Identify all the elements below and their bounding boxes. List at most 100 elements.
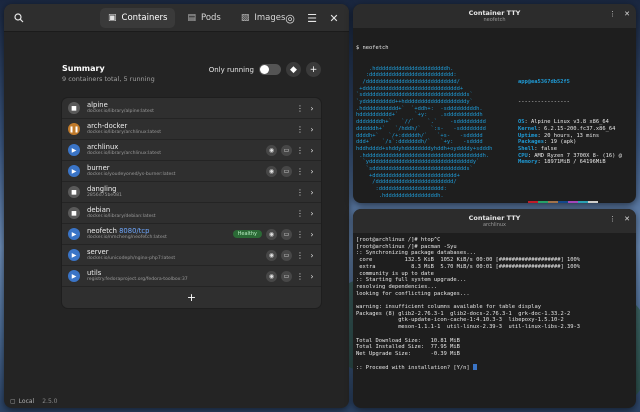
palette-swatch — [548, 200, 558, 203]
container-row-dangling[interactable]: ■ dangling 2856d75be081 ⋮ › — [62, 182, 321, 203]
container-row-arch-docker[interactable]: ❚❚ arch-docker docker.io/library/archlin… — [62, 119, 321, 140]
terminal-button[interactable]: ▭ — [281, 144, 292, 156]
distro-logo: .hddddddddddddddddddddddh. :dddddddddddd… — [356, 66, 516, 203]
image-icon: ▧ — [240, 13, 250, 23]
info-key: Packages — [518, 139, 544, 146]
logo-line: .hddddddddddddddddddddddddddddddddddddh. — [356, 152, 490, 159]
more-options-icon[interactable]: ⋮ — [296, 125, 304, 134]
close-icon[interactable]: ✕ — [624, 215, 630, 223]
logo-line: hddhdddd+shddyhddddddddyhddh+oyddddy+sdd… — [356, 145, 493, 152]
prune-button[interactable]: ◆ — [286, 62, 301, 77]
chevron-right-icon[interactable]: › — [308, 125, 316, 134]
summary-header: Summary 9 containers total, 5 running On… — [62, 62, 321, 90]
container-name: debian — [87, 206, 111, 214]
more-options-icon[interactable]: ⋮ — [296, 104, 304, 113]
terminal-button[interactable]: ▭ — [281, 249, 292, 261]
output-line: [root@archlinux /]# htop^C — [356, 237, 441, 243]
running-status-icon: ▶ — [68, 144, 80, 156]
terminal-output[interactable]: $ neofetch .hddddddddddddddddddddddh. :d… — [353, 28, 636, 203]
logo-line: +dddddddddddddddddddddddddd+ — [356, 172, 460, 179]
info-line: Uptime: 20 hours, 13 mins — [518, 132, 600, 139]
menu-icon[interactable]: ⋮ — [609, 10, 616, 18]
stats-button[interactable]: ◉ — [266, 228, 277, 240]
search-button[interactable] — [10, 9, 28, 27]
plus-icon: + — [309, 64, 318, 75]
stats-button[interactable]: ◉ — [266, 249, 277, 261]
chevron-right-icon[interactable]: › — [308, 146, 316, 155]
chevron-right-icon[interactable]: › — [308, 272, 316, 281]
close-button[interactable]: ✕ — [325, 9, 343, 27]
summary-title: Summary — [62, 64, 105, 73]
container-row-burner[interactable]: ▶ burner docker.io/youdeyoned/ys-burner:… — [62, 161, 321, 182]
container-row-neofetch[interactable]: ▶ neofetch 8080/tcp docker.io/nmcheng/ne… — [62, 224, 321, 245]
terminal-button[interactable]: ▭ — [281, 270, 292, 282]
more-options-icon[interactable]: ⋮ — [296, 251, 304, 260]
container-image: docker.io/unicodeph/nginx-php7:latest — [87, 256, 176, 261]
info-line: Kernel: 6.2.15-200.fc37.x86_64 — [518, 125, 616, 132]
output-line: Net Upgrade Size: -0.39 MiB — [356, 350, 460, 357]
logo-line: .hddddddddddd+` `+ddh+: -sdddddddddh. — [356, 105, 483, 112]
chevron-right-icon[interactable]: › — [308, 209, 316, 218]
container-name: archlinux — [87, 143, 119, 151]
logo-line: +dddddddddddddddddddddddddddddd+ — [356, 85, 464, 92]
chevron-right-icon[interactable]: › — [308, 104, 316, 113]
terminal-output[interactable]: [root@archlinux /]# htop^C [root@archlinu… — [353, 233, 636, 376]
logo-line: `yddddddddddddddddddddddddddddddddy` — [356, 159, 480, 166]
info-key: Memory — [518, 159, 538, 166]
port-link[interactable]: 8080/tcp — [119, 227, 149, 235]
color-palette — [518, 200, 622, 203]
create-container-button[interactable]: + — [306, 62, 321, 77]
close-icon[interactable]: ✕ — [624, 10, 630, 18]
chevron-right-icon[interactable]: › — [308, 188, 316, 197]
more-options-icon[interactable]: ⋮ — [296, 167, 304, 176]
stats-button[interactable]: ◉ — [266, 165, 277, 177]
terminal-button[interactable]: ▭ — [281, 228, 292, 240]
container-image: docker.io/library/archlinux:latest — [87, 130, 162, 135]
status-button[interactable]: ◎ — [281, 9, 299, 27]
only-running-switch[interactable] — [259, 64, 281, 75]
menu-icon[interactable]: ⋮ — [609, 215, 616, 223]
palette-swatch — [568, 200, 578, 203]
gauge-icon: ◉ — [268, 146, 275, 154]
more-options-icon[interactable]: ⋮ — [296, 209, 304, 218]
logo-line: /dddddddddddddddddddddddddddd/ — [356, 78, 460, 85]
chevron-right-icon[interactable]: › — [308, 167, 316, 176]
chevron-right-icon[interactable]: › — [308, 230, 316, 239]
terminal-button[interactable]: ▭ — [281, 165, 292, 177]
info-key: Uptime — [518, 132, 538, 139]
terminal-icon: ▭ — [283, 230, 290, 238]
tab-containers[interactable]: ▣ Containers — [100, 8, 176, 28]
more-options-icon[interactable]: ⋮ — [296, 146, 304, 155]
health-badge: Healthy — [232, 230, 262, 238]
stats-button[interactable]: ◉ — [266, 270, 277, 282]
container-row-utils[interactable]: ▶ utils registry.fedoraproject.org/fedor… — [62, 266, 321, 287]
logo-line: :dddddddddddddddddddd: — [356, 186, 447, 193]
more-options-icon[interactable]: ⋮ — [296, 230, 304, 239]
stats-button[interactable]: ◉ — [266, 144, 277, 156]
terminal-header: Container TTY archlinux ⋮ ✕ — [353, 209, 636, 233]
tab-pods[interactable]: ▤ Pods — [179, 8, 228, 28]
user-host: app@ea5367db52f5 — [518, 78, 570, 85]
running-status-icon: ▶ — [68, 249, 80, 261]
logo-line: .hddddddddddddddddh. — [356, 192, 444, 199]
chevron-right-icon[interactable]: › — [308, 251, 316, 260]
menu-button[interactable]: ☰ — [303, 9, 321, 27]
container-row-debian[interactable]: ■ debian docker.io/library/debian:latest… — [62, 203, 321, 224]
more-options-icon[interactable]: ⋮ — [296, 272, 304, 281]
eraser-icon: ◆ — [290, 64, 297, 75]
container-row-server[interactable]: ▶ server docker.io/unicodeph/nginx-php7:… — [62, 245, 321, 266]
add-container-button[interactable]: + — [62, 287, 321, 308]
more-options-icon[interactable]: ⋮ — [296, 188, 304, 197]
palette-swatch — [578, 200, 588, 203]
container-row-archlinux[interactable]: ▶ archlinux docker.io/library/archlinux:… — [62, 140, 321, 161]
info-value: 19 (apk) — [550, 139, 577, 146]
container-row-alpine[interactable]: ■ alpine docker.io/library/alpine:latest… — [62, 98, 321, 119]
connection-label[interactable]: Local — [19, 398, 35, 405]
output-line: meson-1.1.1-1 util-linux-2.39-3 util-lin… — [356, 324, 580, 331]
logo-line: ddddddh+` `/hddh/` `:s- -sdddddddd — [356, 125, 486, 132]
plus-icon: + — [186, 291, 197, 304]
terminal-subtitle: archlinux — [482, 222, 506, 228]
